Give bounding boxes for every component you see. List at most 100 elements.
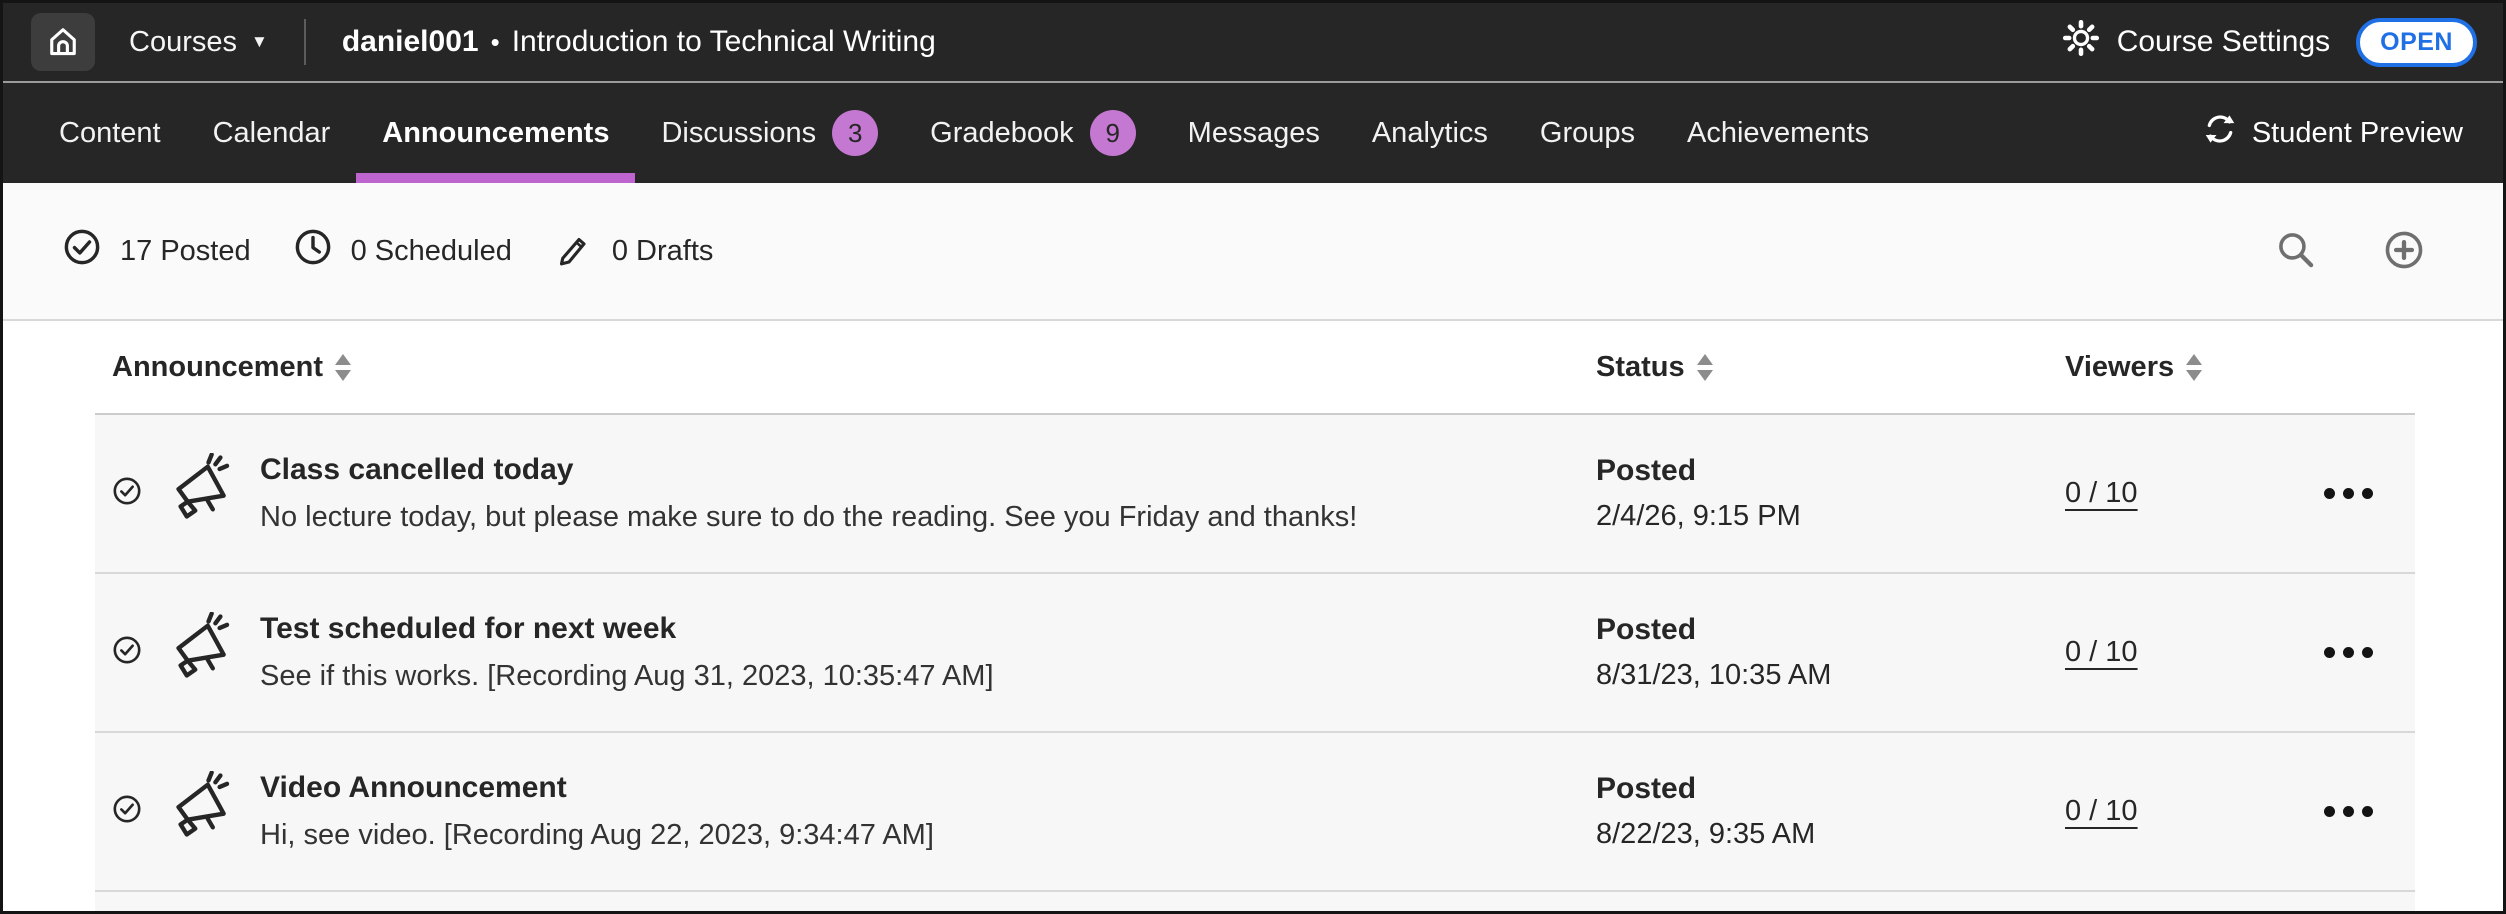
megaphone-icon (162, 771, 238, 852)
tab-discussions[interactable]: Discussions 3 (635, 83, 904, 183)
viewers-link[interactable]: 0 / 10 (2065, 795, 2138, 828)
app-window: Courses ▼ daniel001 • Introduction to Te… (0, 0, 2506, 914)
tab-count-badge: 3 (832, 110, 878, 156)
search-button[interactable] (2273, 227, 2319, 276)
megaphone-icon (162, 453, 238, 534)
tab-analytics[interactable]: Analytics (1346, 83, 1514, 183)
sort-icon (2186, 354, 2202, 381)
tab-label: Messages (1188, 117, 1320, 150)
status-cell: Posted 2/4/26, 9:15 PM (1596, 415, 2065, 572)
announcement-description: See if this works. [Recording Aug 31, 20… (260, 660, 994, 693)
viewers-link[interactable]: 0 / 10 (2065, 636, 2138, 669)
clock-icon (293, 227, 333, 275)
stat-drafts: 0 Drafts (554, 227, 714, 275)
check-circle-icon (62, 227, 102, 275)
table-header-row: Announcement Status Viewers (95, 321, 2415, 413)
column-header-announcement[interactable]: Announcement (95, 351, 1596, 384)
tab-label: Discussions (661, 117, 816, 150)
course-code: daniel001 (342, 25, 479, 59)
row-menu-icon (2324, 488, 2335, 499)
status-label: Posted (1596, 454, 2065, 488)
status-date: 8/22/23, 9:35 AM (1596, 818, 2065, 851)
column-header-viewers[interactable]: Viewers (2065, 351, 2415, 384)
add-announcement-button[interactable] (2381, 227, 2427, 276)
status-date: 8/31/23, 10:35 AM (1596, 659, 2065, 692)
tab-label: Achievements (1687, 117, 1869, 150)
stat-posted-label: 17 Posted (120, 235, 251, 268)
title-separator: • (491, 27, 500, 58)
column-header-status[interactable]: Status (1596, 351, 2065, 384)
posted-check-icon (112, 635, 142, 670)
tab-content[interactable]: Content (33, 83, 187, 183)
course-title: daniel001 • Introduction to Technical Wr… (342, 25, 936, 59)
megaphone-icon (162, 612, 238, 693)
sort-icon (1697, 354, 1713, 381)
tab-label: Gradebook (930, 117, 1074, 150)
announcement-cell: Test scheduled for next week See if this… (95, 574, 1596, 731)
course-name: Introduction to Technical Writing (512, 25, 936, 59)
topbar-divider (304, 19, 306, 65)
announcement-title[interactable]: Video Announcement (260, 771, 934, 805)
announcement-cell: Video Announcement Hi, see video. [Recor… (95, 733, 1596, 890)
tab-label: Calendar (213, 117, 331, 150)
announcement-title[interactable]: Class cancelled today (260, 453, 1357, 487)
tab-label: Announcements (382, 117, 609, 150)
announcements-stats-bar: 17 Posted 0 Scheduled 0 Drafts (3, 183, 2503, 321)
course-settings-label: Course Settings (2117, 25, 2330, 59)
status-date: 2/4/26, 9:15 PM (1596, 500, 2065, 533)
tab-achievements[interactable]: Achievements (1661, 83, 1895, 183)
tab-groups[interactable]: Groups (1514, 83, 1661, 183)
table-row[interactable]: Class cancelled today No lecture today, … (95, 415, 2415, 572)
student-preview-button[interactable]: Student Preview (2201, 83, 2463, 183)
viewers-link[interactable]: 0 / 10 (2065, 477, 2138, 510)
row-menu-icon (2324, 647, 2335, 658)
open-status-badge[interactable]: OPEN (2356, 18, 2477, 67)
status-label: Posted (1596, 613, 2065, 647)
topbar-right: Course Settings OPEN (2060, 17, 2477, 67)
posted-check-icon (112, 476, 142, 511)
stats-actions (2273, 227, 2427, 276)
student-preview-sync-icon (2201, 110, 2239, 156)
tab-label: Analytics (1372, 117, 1488, 150)
home-button[interactable] (31, 13, 95, 71)
tab-announcements[interactable]: Announcements (356, 83, 635, 183)
announcement-description: No lecture today, but please make sure t… (260, 501, 1357, 534)
posted-check-icon (112, 794, 142, 829)
add-announcement-icon (2381, 227, 2427, 276)
pencil-icon (554, 227, 594, 275)
gear-icon (2060, 17, 2102, 67)
table-row[interactable]: Test scheduled for next week See if this… (95, 574, 2415, 731)
row-menu-icon (2324, 806, 2335, 817)
home-icon (43, 21, 83, 64)
announcement-cell: Class cancelled today No lecture today, … (95, 415, 1596, 572)
course-nav: Content Calendar Announcements Discussio… (3, 81, 2503, 183)
announcements-table: Announcement Status Viewers (3, 321, 2503, 912)
tab-calendar[interactable]: Calendar (187, 83, 357, 183)
table-row[interactable]: Video Announcement Hi, see video. [Recor… (95, 733, 2415, 890)
stat-drafts-label: 0 Drafts (612, 235, 714, 268)
courses-label: Courses (129, 26, 237, 59)
status-label: Posted (1596, 772, 2065, 806)
row-menu-button[interactable] (2314, 478, 2383, 509)
row-menu-button[interactable] (2314, 796, 2383, 827)
stat-scheduled-label: 0 Scheduled (351, 235, 512, 268)
course-tabs: Content Calendar Announcements Discussio… (33, 83, 1895, 183)
next-row-partial (95, 892, 2415, 912)
announcement-description: Hi, see video. [Recording Aug 22, 2023, … (260, 819, 934, 852)
tab-messages[interactable]: Messages (1162, 83, 1346, 183)
viewers-cell: 0 / 10 (2065, 415, 2415, 572)
announcement-title[interactable]: Test scheduled for next week (260, 612, 994, 646)
row-menu-button[interactable] (2314, 637, 2383, 668)
stat-posted: 17 Posted (62, 227, 251, 275)
viewers-cell: 0 / 10 (2065, 733, 2415, 890)
tab-label: Content (59, 117, 161, 150)
search-icon (2273, 227, 2319, 276)
chevron-down-icon: ▼ (251, 32, 268, 52)
table-body: Class cancelled today No lecture today, … (3, 415, 2503, 892)
tab-gradebook[interactable]: Gradebook 9 (904, 83, 1162, 183)
courses-dropdown[interactable]: Courses ▼ (129, 26, 268, 59)
course-settings-button[interactable]: Course Settings (2060, 17, 2330, 67)
topbar: Courses ▼ daniel001 • Introduction to Te… (3, 3, 2503, 81)
stat-scheduled: 0 Scheduled (293, 227, 512, 275)
student-preview-label: Student Preview (2252, 117, 2463, 150)
